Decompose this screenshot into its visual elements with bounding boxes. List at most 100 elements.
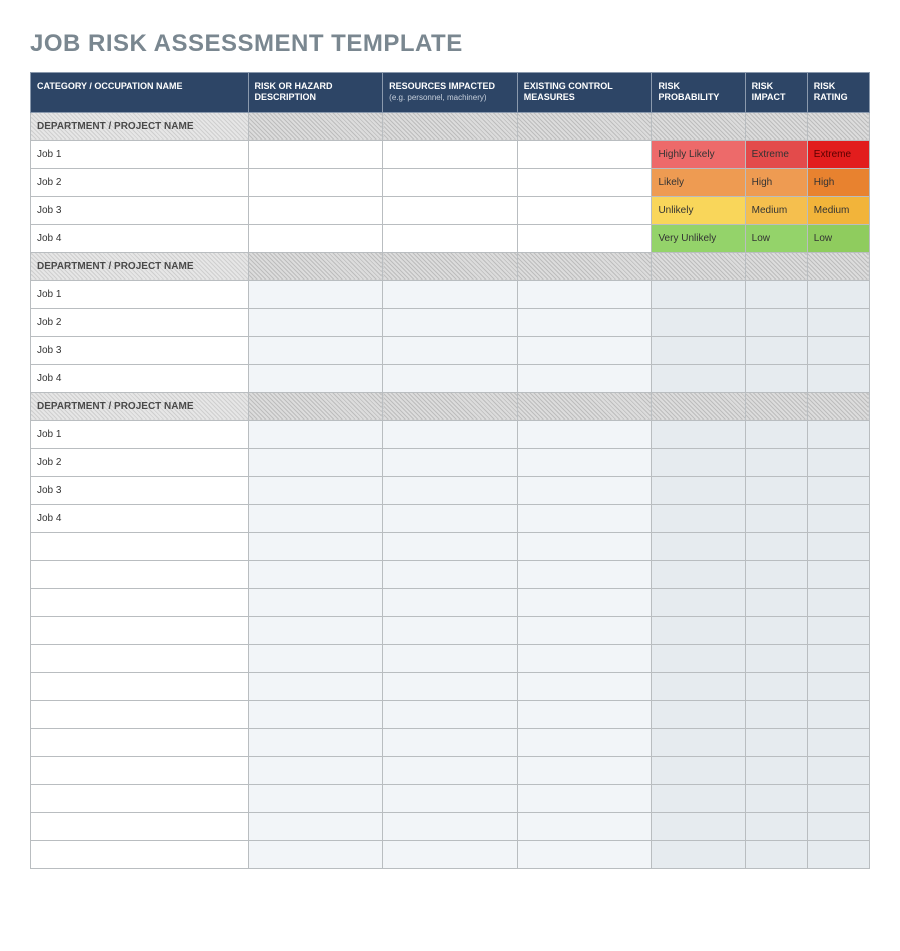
cell-controls[interactable]: [517, 308, 652, 336]
cell-empty[interactable]: [745, 812, 807, 840]
cell-controls[interactable]: [517, 476, 652, 504]
cell-rating[interactable]: Low: [807, 224, 869, 252]
cell-empty[interactable]: [807, 812, 869, 840]
cell-impact[interactable]: [745, 280, 807, 308]
cell-rating[interactable]: [807, 364, 869, 392]
cell-impact[interactable]: [745, 476, 807, 504]
job-name[interactable]: Job 2: [31, 168, 249, 196]
cell-probability[interactable]: [652, 448, 745, 476]
cell-empty[interactable]: [745, 840, 807, 868]
cell-resources[interactable]: [383, 280, 518, 308]
cell-empty[interactable]: [807, 728, 869, 756]
cell-empty[interactable]: [517, 784, 652, 812]
cell-hazard[interactable]: [248, 196, 383, 224]
cell-rating[interactable]: [807, 420, 869, 448]
cell-empty[interactable]: [383, 112, 518, 140]
cell-empty[interactable]: [248, 700, 383, 728]
cell-probability[interactable]: [652, 476, 745, 504]
cell-impact[interactable]: High: [745, 168, 807, 196]
cell-empty[interactable]: [383, 840, 518, 868]
cell-impact[interactable]: [745, 364, 807, 392]
cell-empty[interactable]: [383, 728, 518, 756]
job-name[interactable]: Job 3: [31, 336, 249, 364]
cell-impact[interactable]: [745, 504, 807, 532]
cell-probability[interactable]: Likely: [652, 168, 745, 196]
cell-empty[interactable]: [652, 392, 745, 420]
cell-empty[interactable]: [517, 644, 652, 672]
cell-empty[interactable]: [745, 700, 807, 728]
cell-rating[interactable]: Extreme: [807, 140, 869, 168]
cell-empty[interactable]: [517, 392, 652, 420]
cell-resources[interactable]: [383, 420, 518, 448]
cell-resources[interactable]: [383, 308, 518, 336]
cell-empty[interactable]: [383, 672, 518, 700]
cell-empty[interactable]: [807, 392, 869, 420]
cell-empty[interactable]: [383, 756, 518, 784]
cell-probability[interactable]: [652, 364, 745, 392]
cell-empty[interactable]: [31, 700, 249, 728]
cell-hazard[interactable]: [248, 280, 383, 308]
cell-empty[interactable]: [652, 644, 745, 672]
cell-rating[interactable]: Medium: [807, 196, 869, 224]
cell-empty[interactable]: [383, 392, 518, 420]
cell-impact[interactable]: [745, 448, 807, 476]
cell-controls[interactable]: [517, 168, 652, 196]
cell-empty[interactable]: [652, 840, 745, 868]
cell-empty[interactable]: [517, 112, 652, 140]
cell-empty[interactable]: [745, 784, 807, 812]
cell-empty[interactable]: [807, 588, 869, 616]
cell-controls[interactable]: [517, 364, 652, 392]
cell-empty[interactable]: [652, 700, 745, 728]
cell-empty[interactable]: [807, 756, 869, 784]
cell-probability[interactable]: Very Unlikely: [652, 224, 745, 252]
cell-empty[interactable]: [248, 588, 383, 616]
job-name[interactable]: Job 1: [31, 140, 249, 168]
cell-impact[interactable]: Extreme: [745, 140, 807, 168]
department-label[interactable]: DEPARTMENT / PROJECT NAME: [31, 392, 249, 420]
cell-impact[interactable]: [745, 336, 807, 364]
department-label[interactable]: DEPARTMENT / PROJECT NAME: [31, 112, 249, 140]
cell-resources[interactable]: [383, 476, 518, 504]
cell-controls[interactable]: [517, 280, 652, 308]
job-name[interactable]: Job 2: [31, 448, 249, 476]
cell-empty[interactable]: [383, 700, 518, 728]
job-name[interactable]: Job 1: [31, 280, 249, 308]
job-name[interactable]: Job 4: [31, 364, 249, 392]
cell-empty[interactable]: [517, 588, 652, 616]
cell-controls[interactable]: [517, 336, 652, 364]
cell-empty[interactable]: [807, 560, 869, 588]
department-label[interactable]: DEPARTMENT / PROJECT NAME: [31, 252, 249, 280]
cell-empty[interactable]: [383, 784, 518, 812]
cell-empty[interactable]: [383, 588, 518, 616]
cell-empty[interactable]: [745, 252, 807, 280]
cell-probability[interactable]: Highly Likely: [652, 140, 745, 168]
cell-resources[interactable]: [383, 504, 518, 532]
cell-rating[interactable]: High: [807, 168, 869, 196]
cell-empty[interactable]: [383, 812, 518, 840]
cell-empty[interactable]: [248, 392, 383, 420]
cell-empty[interactable]: [652, 532, 745, 560]
cell-hazard[interactable]: [248, 476, 383, 504]
cell-probability[interactable]: [652, 504, 745, 532]
cell-empty[interactable]: [807, 112, 869, 140]
cell-resources[interactable]: [383, 196, 518, 224]
job-name[interactable]: Job 3: [31, 196, 249, 224]
cell-hazard[interactable]: [248, 308, 383, 336]
cell-hazard[interactable]: [248, 336, 383, 364]
cell-rating[interactable]: [807, 448, 869, 476]
cell-empty[interactable]: [31, 812, 249, 840]
cell-empty[interactable]: [248, 112, 383, 140]
cell-empty[interactable]: [383, 560, 518, 588]
cell-empty[interactable]: [248, 672, 383, 700]
cell-hazard[interactable]: [248, 420, 383, 448]
cell-empty[interactable]: [652, 112, 745, 140]
cell-empty[interactable]: [807, 784, 869, 812]
cell-empty[interactable]: [745, 728, 807, 756]
cell-rating[interactable]: [807, 476, 869, 504]
cell-empty[interactable]: [383, 616, 518, 644]
job-name[interactable]: Job 4: [31, 504, 249, 532]
cell-empty[interactable]: [248, 784, 383, 812]
cell-probability[interactable]: [652, 420, 745, 448]
cell-empty[interactable]: [652, 812, 745, 840]
cell-hazard[interactable]: [248, 168, 383, 196]
